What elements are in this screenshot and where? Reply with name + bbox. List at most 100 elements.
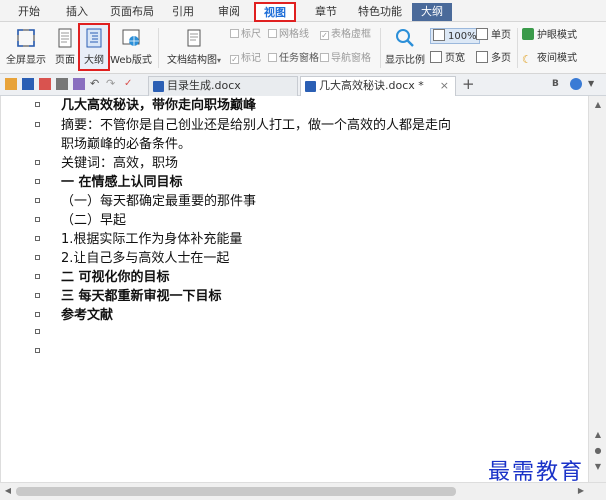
customize-quick-access-icon[interactable]: ✓	[124, 78, 136, 90]
outline-line[interactable]: 参考文献	[35, 306, 114, 325]
multi-page-label: 多页	[491, 53, 511, 64]
menu-bar: 开始 插入 页面布局 引用 审阅 视图 章节 特色功能 大纲	[0, 0, 606, 22]
ruler-checkbox[interactable]: 标尺	[230, 28, 261, 42]
eye-protect-icon	[522, 28, 534, 40]
outline-line[interactable]: （一）每天都确定最重要的那件事	[35, 192, 257, 211]
tab-view[interactable]: 视图	[254, 2, 296, 22]
zoom-value: 100%	[448, 31, 477, 42]
tab-references[interactable]: 引用	[164, 3, 202, 21]
doc-structure-map-label: 文档结构图	[166, 55, 217, 66]
eye-protect-button[interactable]: 护眼模式	[522, 28, 577, 44]
doc-tab-toc[interactable]: 目录生成.docx	[148, 76, 298, 96]
scroll-up-double-icon[interactable]: ▲	[591, 428, 605, 442]
navpane-checkbox[interactable]: 导航窗格	[320, 52, 371, 66]
scroll-thumb[interactable]	[16, 487, 456, 496]
table-border-checkbox[interactable]: ✓ 表格虚框	[320, 28, 371, 42]
night-mode-label: 夜间模式	[537, 53, 577, 64]
multi-page-button[interactable]: 多页	[476, 51, 511, 67]
taskpane-checkbox[interactable]: 任务窗格	[268, 52, 319, 66]
night-mode-button[interactable]: ☾ 夜间模式	[522, 51, 577, 67]
checkbox-icon	[268, 29, 277, 38]
outline-line[interactable]: 职场巅峰的必备条件。	[61, 135, 191, 154]
new-tab-icon[interactable]: +	[462, 75, 475, 93]
outline-line[interactable]: 二 可视化你的目标	[35, 268, 170, 287]
doc-structure-map-button[interactable]: 文档结构图▾	[163, 24, 225, 70]
outline-text: 关键词：高效，职场	[61, 156, 179, 171]
web-layout-button[interactable]: Web版式	[110, 24, 152, 70]
document-map-icon	[187, 29, 201, 47]
layout-icon[interactable]: B	[552, 78, 564, 90]
outline-line[interactable]: （二）早起	[35, 211, 126, 230]
outline-line[interactable]: 摘要：不管你是自己创业还是给别人打工，做一个高效的人都是走向	[35, 116, 451, 135]
document-outline-area[interactable]: 几大高效秘诀，带你走向职场巅峰 摘要：不管你是自己创业还是给别人打工，做一个高效…	[0, 96, 588, 482]
single-page-button[interactable]: 单页	[476, 28, 511, 44]
gridlines-checkbox[interactable]: 网格线	[268, 28, 309, 42]
cloud-icon[interactable]	[570, 78, 582, 90]
page-view-button[interactable]: 页面	[50, 24, 80, 70]
outline-line[interactable]: 几大高效秘诀，带你走向职场巅峰	[35, 96, 257, 115]
navpane-label: 导航窗格	[331, 53, 371, 64]
outline-bullet-icon	[35, 102, 40, 107]
open-folder-icon[interactable]	[5, 78, 17, 90]
outline-line[interactable]: 2.让自己多与高效人士在一起	[35, 249, 230, 268]
scroll-right-icon[interactable]: ▶	[574, 484, 588, 498]
save-icon[interactable]	[22, 78, 34, 90]
outline-line[interactable]: 关键词：高效，职场	[35, 154, 179, 173]
checkbox-icon: ✓	[320, 31, 329, 40]
taskpane-label: 任务窗格	[279, 53, 319, 64]
magnifier-icon	[396, 29, 414, 47]
outline-text: （一）每天都确定最重要的那件事	[61, 194, 257, 209]
redo-icon[interactable]: ↷	[106, 78, 118, 90]
zoom-100-button[interactable]: 100%	[430, 28, 480, 44]
multi-page-icon	[476, 51, 488, 63]
chevron-down-icon[interactable]: ▼	[588, 78, 600, 90]
tab-special-features[interactable]: 特色功能	[352, 3, 408, 21]
outline-bullet-icon	[35, 274, 40, 279]
page-view-label: 页面	[55, 55, 75, 66]
outline-line[interactable]: 一 在情感上认同目标	[35, 173, 183, 192]
scroll-up-icon[interactable]: ▲	[591, 98, 605, 112]
empty-outline-bullet-icon[interactable]	[35, 329, 40, 334]
page-width-label: 页宽	[445, 53, 465, 64]
outline-line[interactable]: 三 每天都重新审视一下目标	[35, 287, 222, 306]
scroll-left-icon[interactable]: ◀	[1, 484, 15, 498]
tab-chapter[interactable]: 章节	[307, 3, 345, 21]
divider	[517, 28, 518, 68]
fullscreen-button[interactable]: 全屏显示	[6, 24, 46, 70]
zoom-button[interactable]: 显示比例	[384, 24, 426, 70]
undo-icon[interactable]: ↶	[90, 78, 102, 90]
vertical-scrollbar[interactable]: ▲ ▲ ● ▼	[588, 96, 606, 482]
tab-home[interactable]: 开始	[10, 3, 48, 21]
outline-text: 2.让自己多与高效人士在一起	[61, 251, 230, 266]
outline-text: 参考文献	[61, 308, 114, 323]
scroll-center-icon[interactable]: ●	[591, 444, 605, 458]
tab-review[interactable]: 审阅	[210, 3, 248, 21]
pdf-export-icon[interactable]	[39, 78, 51, 90]
page-width-button[interactable]: 页宽	[430, 51, 465, 67]
mark-label: 标记	[241, 53, 261, 64]
outline-view-button[interactable]: 大纲	[78, 23, 110, 71]
tab-outline[interactable]: 大纲	[412, 3, 452, 21]
dropdown-arrow-icon: ▾	[216, 56, 221, 65]
outline-text: 几大高效秘诀，带你走向职场巅峰	[61, 98, 257, 113]
empty-outline-bullet-icon[interactable]	[35, 348, 40, 353]
gridlines-label: 网格线	[279, 29, 309, 40]
scroll-down-icon[interactable]: ▼	[591, 460, 605, 474]
web-icon	[122, 29, 140, 46]
close-tab-icon[interactable]: ×	[440, 77, 449, 95]
outline-line[interactable]: 1.根据实际工作为身体补充能量	[35, 230, 242, 249]
doc-tab-active[interactable]: 几大高效秘诀.docx * ×	[300, 76, 456, 96]
checkbox-icon	[230, 29, 239, 38]
zoom-label: 显示比例	[385, 55, 425, 66]
outline-bullet-icon	[35, 255, 40, 260]
print-preview-icon[interactable]	[73, 78, 85, 90]
tab-insert[interactable]: 插入	[58, 3, 96, 21]
page-icon	[58, 28, 72, 48]
outline-bullet-icon	[35, 293, 40, 298]
outline-bullet-icon	[35, 312, 40, 317]
print-icon[interactable]	[56, 78, 68, 90]
mark-checkbox[interactable]: ✓ 标记	[230, 52, 261, 66]
tab-page-layout[interactable]: 页面布局	[104, 3, 160, 21]
single-page-label: 单页	[491, 30, 511, 41]
outline-bullet-icon	[35, 198, 40, 203]
